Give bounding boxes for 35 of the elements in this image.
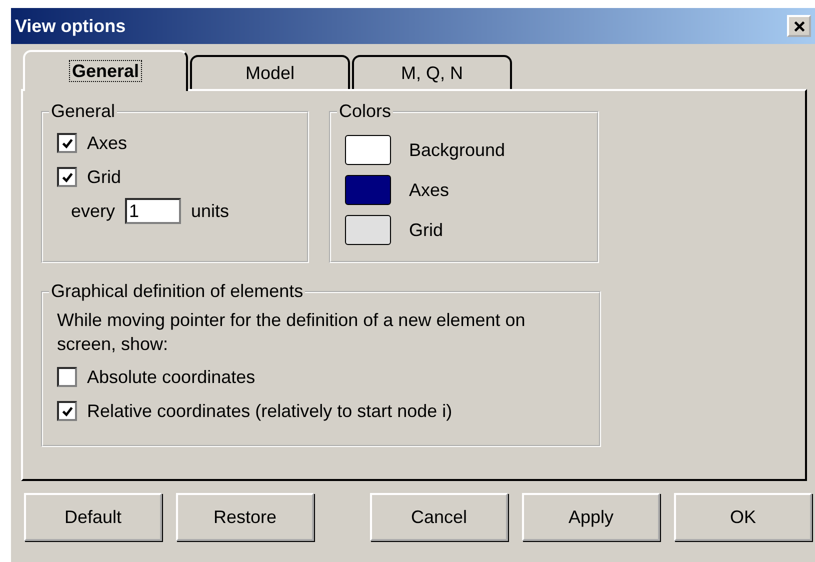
checkbox-row[interactable]: Absolute coordinates (57, 360, 591, 394)
tab[interactable]: General (23, 50, 188, 91)
color-swatch[interactable] (345, 135, 391, 165)
check-icon (60, 404, 74, 418)
checkbox[interactable] (57, 401, 77, 421)
color-swatch[interactable] (345, 175, 391, 205)
group-title: General (50, 101, 116, 122)
check-icon (60, 170, 74, 184)
tab[interactable]: M, Q, N (352, 55, 512, 89)
description-text: While moving pointer for the definition of a new element on screen, show: (57, 309, 526, 356)
field-label: every (71, 200, 116, 222)
color-label: Axes (409, 180, 450, 200)
checkbox-row[interactable]: Relative coordinates (relatively to start node i) (57, 394, 591, 428)
color-label: Grid (409, 220, 444, 240)
dialog-button[interactable]: Restore (176, 493, 314, 541)
window-title: View options (15, 16, 126, 36)
dialog-button[interactable]: Apply (522, 493, 660, 541)
input-field[interactable]: 1 (125, 198, 182, 224)
dialog-button[interactable]: OK (674, 493, 812, 541)
close-icon (792, 20, 806, 32)
check-icon (60, 136, 74, 150)
unit-label: units (191, 200, 230, 222)
group-title: Colors (338, 101, 392, 122)
group-title: Graphical definition of elements (50, 281, 304, 302)
color-label: Background (409, 140, 506, 160)
tab[interactable]: Model (190, 55, 350, 89)
checkbox[interactable] (57, 133, 77, 153)
checkbox[interactable] (57, 367, 77, 387)
close-button[interactable] (787, 15, 811, 37)
dialog-button[interactable]: Default (24, 493, 162, 541)
color-swatch[interactable] (345, 215, 391, 245)
dialog-button[interactable]: Cancel (370, 493, 508, 541)
checkbox[interactable] (57, 167, 77, 187)
checkbox-row[interactable]: Axes (57, 126, 299, 160)
checkbox-row[interactable]: Grid (57, 160, 299, 194)
